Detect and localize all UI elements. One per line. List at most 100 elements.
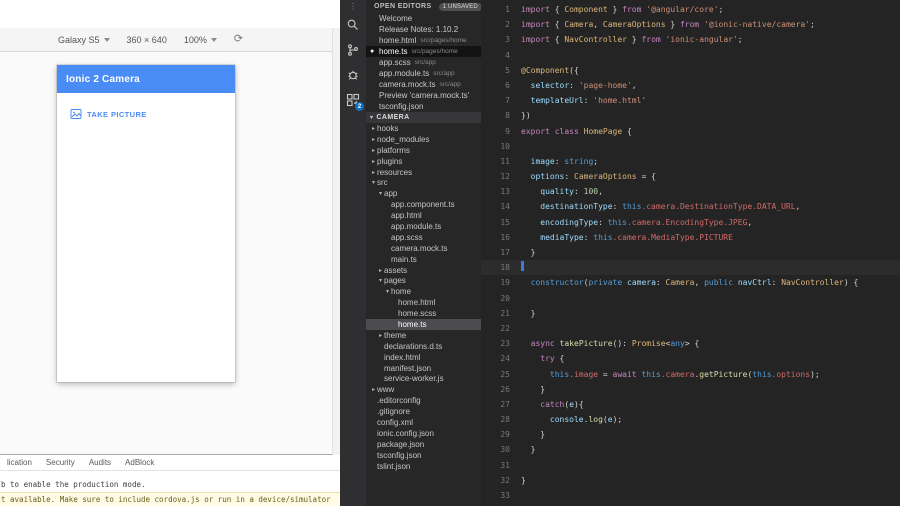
code-line[interactable]: 12 options: CameraOptions = { [481, 169, 900, 184]
code-line[interactable]: 3 import { NavController } from 'ionic-an… [481, 32, 900, 47]
search-icon[interactable] [340, 12, 366, 37]
code-line[interactable]: 9 export class HomePage { [481, 124, 900, 139]
tree-item[interactable]: config.xml [366, 417, 481, 428]
tree-item[interactable]: app.component.ts [366, 199, 481, 210]
code-line[interactable]: 31 [481, 458, 900, 473]
tree-item[interactable]: ▸ theme [366, 330, 481, 341]
code-line[interactable]: 16 mediaType: this.camera.MediaType.PICT… [481, 230, 900, 245]
devtools-tab[interactable]: AdBlock [118, 458, 161, 467]
tree-item[interactable]: app.html [366, 210, 481, 221]
open-editor-item[interactable]: tsconfig.json [366, 101, 481, 112]
take-picture-button[interactable]: TAKE PICTURE [70, 108, 147, 120]
code-line[interactable]: 24 try { [481, 351, 900, 366]
source-control-icon[interactable] [340, 37, 366, 62]
tree-item-label: theme [384, 330, 407, 340]
line-number: 3 [505, 35, 510, 45]
code-line[interactable]: 1 import { Component } from '@angular/cor… [481, 2, 900, 17]
tree-item[interactable]: camera.mock.ts [366, 243, 481, 254]
code-line[interactable]: 4 [481, 48, 900, 63]
code-line[interactable]: 26 } [481, 382, 900, 397]
tree-item[interactable]: ▸ plugins [366, 156, 481, 167]
tree-item[interactable]: .editorconfig [366, 395, 481, 406]
debug-icon[interactable] [340, 62, 366, 87]
tree-item[interactable]: home.html [366, 297, 481, 308]
code-text: constructor(private camera: Camera, publ… [530, 278, 859, 288]
tree-item[interactable]: app.scss [366, 232, 481, 243]
tree-item[interactable]: manifest.json [366, 363, 481, 374]
tree-item[interactable]: ▾ app [366, 188, 481, 199]
code-line[interactable]: 30 } [481, 442, 900, 457]
code-line[interactable]: 5 @Component({ [481, 63, 900, 78]
tree-item[interactable]: home.ts [366, 319, 481, 330]
code-line[interactable]: 29 } [481, 427, 900, 442]
devtools-tab[interactable]: lication [0, 458, 39, 467]
code-line[interactable]: 27 catch(e){ [481, 397, 900, 412]
code-line[interactable]: 10 [481, 139, 900, 154]
tree-item-label: manifest.json [384, 363, 432, 373]
tree-item[interactable]: service-worker.js [366, 373, 481, 384]
open-editor-item[interactable]: home.html src/pages/home [366, 35, 481, 46]
tree-item[interactable]: ▸ assets [366, 265, 481, 276]
code-line[interactable]: 21 } [481, 306, 900, 321]
open-editor-item[interactable]: app.module.ts src/app [366, 68, 481, 79]
zoom-selector[interactable]: 100% [184, 35, 217, 45]
code-line[interactable]: 7 templateUrl: 'home.html' [481, 93, 900, 108]
devtools-tab[interactable]: Security [39, 458, 82, 467]
devtools-tab[interactable]: Audits [82, 458, 118, 467]
tree-item[interactable]: tslint.json [366, 461, 481, 472]
open-editor-item[interactable]: camera.mock.ts src/app [366, 79, 481, 90]
code-line[interactable]: 11 image: string; [481, 154, 900, 169]
extensions-icon[interactable]: 2 [340, 87, 366, 112]
tree-item[interactable]: tsconfig.json [366, 450, 481, 461]
tree-item[interactable]: ▸ resources [366, 167, 481, 178]
code-line[interactable]: 15 encodingType: this.camera.EncodingTyp… [481, 215, 900, 230]
code-text [521, 260, 524, 275]
code-line[interactable]: 14 destinationType: this.camera.Destinat… [481, 199, 900, 214]
tree-item[interactable]: home.scss [366, 308, 481, 319]
tree-item[interactable]: ▸ hooks [366, 123, 481, 134]
open-editors-header[interactable]: OPEN EDITORS 1 UNSAVED [366, 0, 481, 13]
open-editor-item[interactable]: Preview 'camera.mock.ts' [366, 90, 481, 101]
tree-item[interactable]: package.json [366, 439, 481, 450]
code-line[interactable]: 2 import { Camera, CameraOptions } from '… [481, 17, 900, 32]
code-line[interactable]: 22 [481, 321, 900, 336]
code-line[interactable]: 28 console.log(e); [481, 412, 900, 427]
open-editor-name: Release Notes: 1.10.2 [379, 25, 459, 34]
code-text: }) [521, 111, 531, 121]
open-editor-item[interactable]: Welcome [366, 13, 481, 24]
code-editor[interactable]: 1 import { Component } from '@angular/cor… [481, 0, 900, 506]
open-editor-item[interactable]: ● home.ts src/pages/home [366, 46, 481, 57]
device-selector[interactable]: Galaxy S5 [58, 35, 110, 45]
code-line[interactable]: 18 [481, 260, 900, 276]
tree-item[interactable]: ▾ home [366, 286, 481, 297]
open-editor-item[interactable]: Release Notes: 1.10.2 [366, 24, 481, 35]
code-line[interactable]: 6 selector: 'page-home', [481, 78, 900, 93]
code-line[interactable]: 25 this.image = await this.camera.getPic… [481, 367, 900, 382]
code-line[interactable]: 8}) [481, 108, 900, 123]
tree-item[interactable]: index.html [366, 352, 481, 363]
code-line[interactable]: 19 constructor(private camera: Camera, p… [481, 275, 900, 290]
code-line[interactable]: 13 quality: 100, [481, 184, 900, 199]
code-line[interactable]: 20 [481, 291, 900, 306]
code-line[interactable]: 17 } [481, 245, 900, 260]
tree-item[interactable]: ▾ pages [366, 275, 481, 286]
open-editor-item[interactable]: app.scss src/app [366, 57, 481, 68]
rotate-device-icon[interactable]: ⟳ [234, 34, 243, 45]
code-line[interactable]: 32} [481, 473, 900, 488]
tree-item[interactable]: ionic.config.json [366, 428, 481, 439]
code-line[interactable]: 33 [481, 488, 900, 503]
line-number: 13 [500, 187, 510, 197]
tree-item[interactable]: main.ts [366, 254, 481, 265]
tree-item[interactable]: .gitignore [366, 406, 481, 417]
browser-scrollbar[interactable] [332, 28, 340, 455]
tree-item[interactable]: declarations.d.ts [366, 341, 481, 352]
tree-item[interactable]: ▾ src [366, 177, 481, 188]
code-line[interactable]: 23 async takePicture(): Promise<any> { [481, 336, 900, 351]
device-dimensions[interactable]: 360 × 640 [127, 35, 167, 45]
explorer-section-header[interactable]: ▾ CAMERA [366, 112, 481, 123]
tree-item[interactable]: ▸ www [366, 384, 481, 395]
tree-item[interactable]: app.module.ts [366, 221, 481, 232]
tree-item[interactable]: ▸ platforms [366, 145, 481, 156]
more-actions-icon[interactable]: ⋮ [349, 1, 357, 12]
tree-item[interactable]: ▸ node_modules [366, 134, 481, 145]
